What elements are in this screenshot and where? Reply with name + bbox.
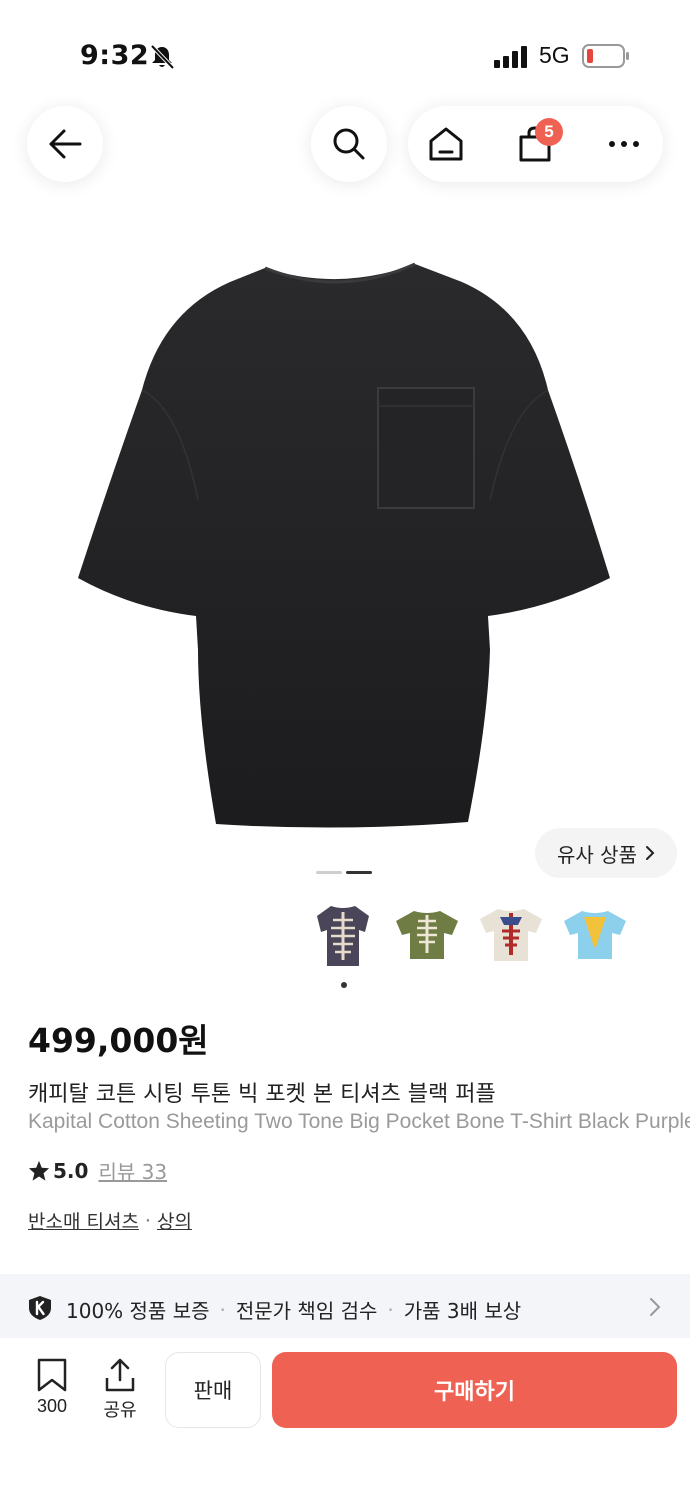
guarantee-separator: · (387, 1297, 394, 1322)
thumbnail-option[interactable] (310, 900, 376, 970)
rating-row: 5.0 리뷰 33 (28, 1156, 167, 1185)
bookmark-button[interactable]: 300 (22, 1358, 82, 1428)
product-price: 499,000원 (28, 1021, 209, 1060)
product-title-en: Kapital Cotton Sheeting Two Tone Big Poc… (28, 1110, 690, 1133)
tshirt-thumbnail-icon (396, 911, 458, 959)
status-bar: 9:32 5G (0, 0, 690, 100)
star-icon (28, 1160, 50, 1181)
sell-button[interactable]: 판매 (165, 1352, 261, 1428)
more-button[interactable] (604, 124, 644, 164)
category-sub-link[interactable]: 반소매 티셔츠 (28, 1207, 139, 1234)
image-page-indicator (316, 871, 372, 875)
page-dot-active (346, 871, 372, 874)
kream-shield-icon (29, 1296, 51, 1320)
status-time: 9:32 (80, 40, 150, 71)
share-icon (105, 1358, 135, 1392)
review-count-link[interactable]: 리뷰 33 (98, 1156, 167, 1185)
category-separator: · (144, 1209, 151, 1232)
thumbnail-option[interactable] (478, 900, 544, 970)
similar-products-label: 유사 상품 (557, 842, 637, 867)
nav-actions-group: 5 (408, 106, 663, 182)
search-button[interactable] (311, 106, 387, 182)
bookmark-count: 300 (36, 1396, 68, 1416)
guarantee-separator: · (219, 1297, 226, 1322)
product-title-ko: 캐피탈 코튼 시팅 투톤 빅 포켓 본 티셔츠 블랙 퍼플 (28, 1082, 496, 1107)
tshirt-thumbnail-icon (317, 906, 369, 966)
guarantee-text: 100% 정품 보증 · 전문가 책임 검수 · 가품 3배 보상 (66, 1295, 521, 1324)
bottom-action-bar: 300 공유 판매 구매하기 (0, 1338, 690, 1500)
similar-products-button[interactable]: 유사 상품 (535, 828, 677, 878)
home-icon (429, 127, 463, 161)
battery-low-icon (582, 44, 629, 68)
product-image[interactable] (70, 250, 620, 840)
thumbnail-option[interactable] (394, 900, 460, 970)
thumbnail-option[interactable] (562, 900, 628, 970)
share-label: 공유 (103, 1400, 137, 1421)
selected-thumbnail-dot (341, 982, 347, 988)
share-button[interactable]: 공유 (92, 1358, 148, 1428)
category-main-link[interactable]: 상의 (157, 1207, 192, 1234)
guarantee-item-compensation: 가품 3배 보상 (403, 1299, 522, 1323)
signal-icon (494, 46, 527, 68)
tshirt-thumbnail-icon (564, 911, 626, 959)
guarantee-item-authentic: 100% 정품 보증 (66, 1299, 210, 1323)
network-label: 5G (539, 42, 570, 68)
more-dots-icon (609, 141, 639, 147)
bookmark-icon (37, 1358, 67, 1392)
rating-value: 5.0 (53, 1158, 89, 1183)
color-options (310, 900, 628, 970)
guarantee-item-inspection: 전문가 책임 검수 (235, 1299, 378, 1323)
chevron-right-icon (645, 846, 655, 860)
category-breadcrumb: 반소매 티셔츠 · 상의 (28, 1207, 192, 1234)
tshirt-thumbnail-icon (480, 909, 542, 961)
search-icon (333, 128, 365, 160)
cart-count-badge: 5 (535, 118, 563, 146)
back-button[interactable] (27, 106, 103, 182)
home-button[interactable] (426, 124, 466, 164)
authenticity-guarantee-banner[interactable]: 100% 정품 보증 · 전문가 책임 검수 · 가품 3배 보상 (0, 1274, 690, 1338)
page-dot (316, 871, 342, 874)
arrow-left-icon (49, 129, 82, 159)
bell-muted-icon (150, 44, 175, 70)
buy-button[interactable]: 구매하기 (272, 1352, 677, 1428)
chevron-right-icon (650, 1298, 661, 1316)
